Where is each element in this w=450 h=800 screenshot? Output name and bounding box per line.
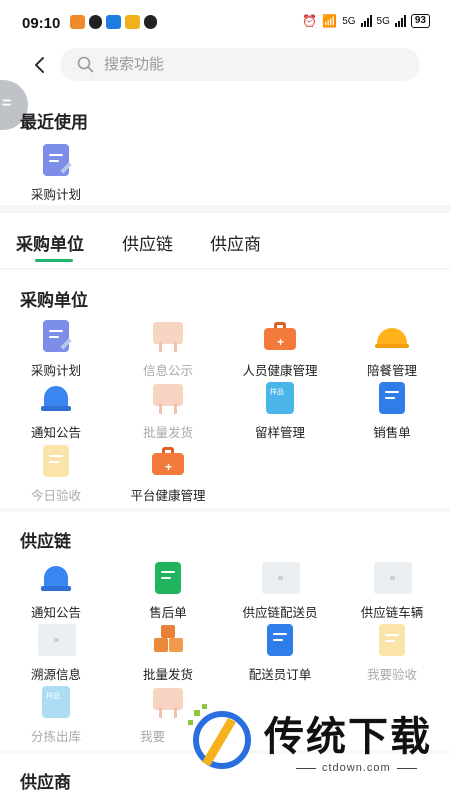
item-label: 供应链车辆	[360, 606, 424, 620]
section-title-purchase-unit: 采购单位	[20, 291, 88, 310]
status-bar: 09:10 ⏰ 📶 5G 5G 93	[0, 0, 450, 44]
grid-item-platform-health[interactable]: + 平台健康管理	[112, 443, 224, 504]
grid-item-purchase-plan[interactable]: 采购计划	[0, 318, 112, 379]
grid-item-sc-notice[interactable]: 通知公告	[0, 560, 112, 621]
grid-item-meal-accompany[interactable]: 陪餐管理	[336, 318, 448, 379]
item-label: 通知公告	[30, 606, 81, 620]
grid-item-after-sales[interactable]: 售后单	[112, 560, 224, 621]
item-label: 销售单	[373, 426, 411, 440]
tab-active-indicator	[35, 259, 73, 262]
grid-item-my-acceptance[interactable]: 我要验收	[336, 622, 448, 683]
recent-item-purchase-plan[interactable]: 采购计划	[0, 142, 112, 203]
after-sales-icon	[150, 560, 186, 596]
item-label: 陪餐管理	[366, 364, 417, 378]
menu-lines-icon: =	[2, 95, 12, 112]
item-label: 售后单	[149, 606, 187, 620]
divider	[0, 205, 450, 213]
item-label: 我要验收	[366, 668, 417, 682]
item-label: 通知公告	[30, 426, 81, 440]
grid-item-sc-vehicle[interactable]: 供应链车辆	[336, 560, 448, 621]
item-label: 配送员订单	[248, 668, 312, 682]
network-label-2: 5G	[376, 15, 390, 27]
grid-item-notice[interactable]: 通知公告	[0, 380, 112, 441]
item-label: 今日验收	[30, 489, 81, 503]
status-time: 09:10	[22, 15, 61, 32]
sales-doc-icon	[374, 380, 410, 416]
wifi-icon: 📶	[322, 14, 338, 28]
battery-icon: 93	[410, 14, 430, 28]
qq-icon	[144, 15, 157, 29]
sample-icon: 样品	[262, 380, 298, 416]
item-label: 分拣出库	[30, 730, 81, 744]
app-notification-icon	[70, 15, 85, 29]
sample-icon: 样品	[38, 684, 74, 720]
grid-item-batch-ship[interactable]: 批量发货	[112, 380, 224, 441]
search-input[interactable]	[104, 48, 404, 81]
item-label: 批量发货	[142, 426, 193, 440]
item-label: 人员健康管理	[242, 364, 318, 378]
search-icon	[77, 56, 94, 73]
watermark-text: 传统下载	[264, 715, 432, 759]
image-placeholder-icon	[262, 560, 300, 596]
item-label: 信息公示	[142, 364, 193, 378]
item-label: 溯源信息	[30, 668, 81, 682]
watermark-logo-icon	[188, 704, 251, 769]
grid-item-courier-orders[interactable]: 配送员订单	[224, 622, 336, 683]
packages-icon	[150, 622, 186, 658]
grid-item-sorting-outbound[interactable]: 样品 分拣出库	[0, 684, 112, 745]
watermark: 传统下载 ctdown.com	[180, 700, 440, 780]
bell-icon	[38, 560, 74, 596]
item-label: 平台健康管理	[130, 489, 206, 503]
item-label: 批量发货	[142, 668, 193, 682]
alarm-icon: ⏰	[302, 14, 318, 28]
delivery-order-icon	[262, 622, 298, 658]
notice-board-icon	[150, 318, 186, 354]
grid-item-today-acceptance[interactable]: 今日验收	[0, 443, 112, 504]
acceptance-icon	[38, 443, 74, 479]
health-kit-icon: +	[150, 443, 186, 479]
purchase-plan-icon	[38, 318, 74, 354]
back-arrow-icon[interactable]	[30, 55, 50, 75]
bell-icon	[38, 380, 74, 416]
health-kit-icon: +	[262, 318, 298, 354]
mail-icon	[125, 15, 140, 29]
item-label: 采购计划	[30, 188, 81, 202]
grid-item-sc-batch-ship[interactable]: 批量发货	[112, 622, 224, 683]
signal-icon	[360, 15, 372, 27]
grid-item-sc-courier[interactable]: 供应链配送员	[224, 560, 336, 621]
section-title-supply-chain: 供应链	[20, 532, 71, 551]
grid-item-info-notice[interactable]: 信息公示	[112, 318, 224, 379]
acceptance-icon	[374, 622, 410, 658]
sample-badge: 样品	[46, 693, 60, 700]
purchase-plan-icon	[38, 142, 74, 178]
grid-item-staff-health[interactable]: + 人员健康管理	[224, 318, 336, 379]
grid-item-traceability[interactable]: 溯源信息	[0, 622, 112, 683]
divider	[0, 508, 450, 512]
signal-icon	[394, 15, 406, 27]
system-status: ⏰ 📶 5G 5G 93	[302, 14, 430, 28]
item-label: 留样管理	[254, 426, 305, 440]
image-placeholder-icon	[374, 560, 412, 596]
divider	[0, 268, 450, 270]
grid-item-sample-manage[interactable]: 样品 留样管理	[224, 380, 336, 441]
watermark-url: ctdown.com	[290, 762, 423, 774]
tab-purchase-unit[interactable]: 采购单位	[16, 230, 84, 255]
item-label: 供应链配送员	[242, 606, 318, 620]
tab-supplier[interactable]: 供应商	[210, 230, 261, 255]
section-title-supplier: 供应商	[20, 773, 71, 792]
recent-title: 最近使用	[20, 113, 88, 132]
image-placeholder-icon	[38, 622, 76, 658]
item-label: 采购计划	[30, 364, 81, 378]
notice-board-icon	[150, 380, 186, 416]
app-notification-icon	[106, 15, 121, 29]
sample-badge: 样品	[270, 389, 284, 396]
tab-supply-chain[interactable]: 供应链	[122, 230, 173, 255]
notification-icons	[70, 15, 157, 29]
grid-item-sales-order[interactable]: 销售单	[336, 380, 448, 441]
meal-cloche-icon	[374, 318, 410, 354]
network-label: 5G	[342, 15, 356, 27]
search-bar[interactable]	[60, 48, 420, 81]
qq-icon	[89, 15, 102, 29]
